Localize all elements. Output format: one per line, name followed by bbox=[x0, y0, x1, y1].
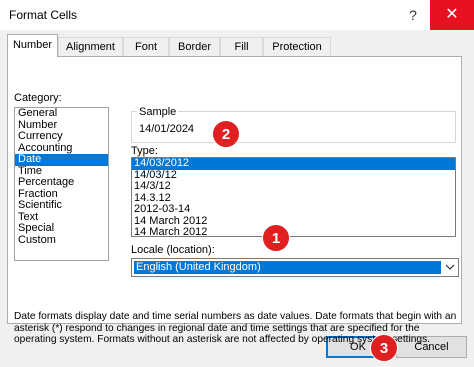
category-item-custom[interactable]: Custom bbox=[15, 234, 108, 247]
category-item-currency[interactable]: Currency bbox=[15, 130, 108, 143]
callout-marker-3: 3 bbox=[370, 334, 398, 362]
type-item[interactable]: 14/03/2012 bbox=[132, 158, 455, 170]
number-tab-panel: Category: General Number Currency Accoun… bbox=[7, 56, 462, 345]
close-button[interactable]: ✕ bbox=[430, 0, 474, 30]
tab-alignment[interactable]: Alignment bbox=[58, 37, 123, 56]
callout-marker-1: 1 bbox=[262, 224, 290, 252]
locale-dropdown[interactable]: English (United Kingdom) bbox=[131, 258, 459, 277]
type-item[interactable]: 14/3/12 bbox=[132, 180, 455, 193]
category-label: Category: bbox=[14, 92, 62, 104]
sample-label: Sample bbox=[137, 106, 179, 118]
window-title: Format Cells bbox=[9, 8, 78, 22]
locale-label: Locale (location): bbox=[131, 244, 215, 256]
tab-protection[interactable]: Protection bbox=[263, 37, 331, 56]
type-list[interactable]: 14/03/2012 14/03/12 14/3/12 14.3.12 2012… bbox=[131, 157, 456, 237]
type-item[interactable]: 2012-03-14 bbox=[132, 203, 455, 216]
tab-border[interactable]: Border bbox=[169, 37, 220, 56]
tab-font[interactable]: Font bbox=[123, 37, 169, 56]
category-list[interactable]: General Number Currency Accounting Date … bbox=[14, 107, 109, 261]
callout-marker-2: 2 bbox=[212, 120, 240, 148]
tab-number[interactable]: Number bbox=[7, 34, 58, 57]
title-bar: Format Cells ? ✕ bbox=[0, 0, 474, 30]
tab-fill[interactable]: Fill bbox=[220, 37, 263, 56]
category-item-special[interactable]: Special bbox=[15, 222, 108, 235]
chevron-down-icon[interactable] bbox=[441, 259, 458, 276]
dialog-body: Number Alignment Font Border Fill Protec… bbox=[0, 30, 474, 367]
sample-value: 14/01/2024 bbox=[139, 123, 195, 135]
locale-value: English (United Kingdom) bbox=[134, 261, 441, 274]
type-item[interactable]: 14 March 2012 bbox=[132, 226, 455, 236]
category-item-scientific[interactable]: Scientific bbox=[15, 199, 108, 212]
help-button[interactable]: ? bbox=[398, 0, 428, 30]
category-item-general[interactable]: General bbox=[15, 108, 108, 120]
category-item-percentage[interactable]: Percentage bbox=[15, 176, 108, 189]
type-item[interactable]: 14/03/12 bbox=[132, 169, 455, 182]
type-label: Type: bbox=[131, 145, 158, 157]
category-item-date[interactable]: Date bbox=[15, 153, 108, 166]
